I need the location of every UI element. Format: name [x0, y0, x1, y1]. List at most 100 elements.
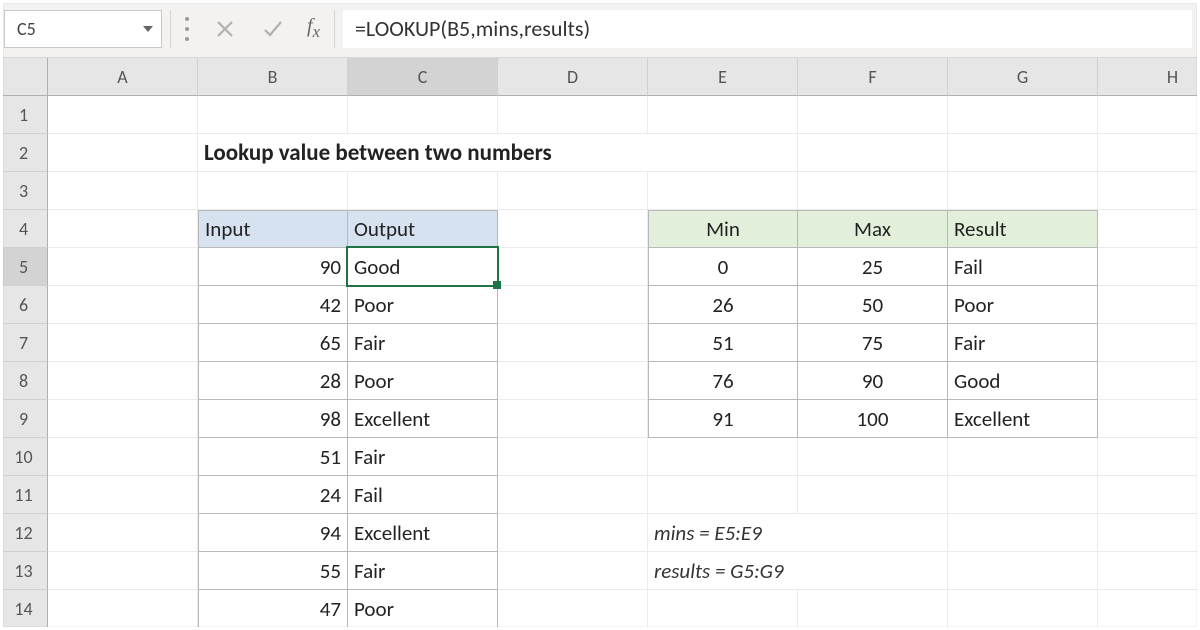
- cell[interactable]: [48, 476, 198, 514]
- col-header-B[interactable]: B: [198, 58, 348, 96]
- spreadsheet-grid[interactable]: A B C D E F G H 1 2 Lookup value between…: [0, 58, 1200, 630]
- fx-icon[interactable]: fx: [307, 15, 320, 42]
- lookup-header-max[interactable]: Max: [798, 210, 948, 248]
- cell[interactable]: [1098, 172, 1200, 210]
- lookup-min[interactable]: 51: [648, 324, 798, 362]
- cell[interactable]: [48, 172, 198, 210]
- cell[interactable]: [48, 552, 198, 590]
- io-output[interactable]: Fair: [348, 438, 498, 476]
- cell[interactable]: [798, 134, 948, 172]
- cell[interactable]: [48, 96, 198, 134]
- cell[interactable]: [498, 96, 648, 134]
- cell[interactable]: [948, 96, 1098, 134]
- row-header-13[interactable]: 13: [0, 552, 48, 590]
- cell[interactable]: [1098, 362, 1200, 400]
- lookup-header-result[interactable]: Result: [948, 210, 1098, 248]
- cell[interactable]: [498, 514, 648, 552]
- col-header-A[interactable]: A: [48, 58, 198, 96]
- select-all-corner[interactable]: [0, 58, 48, 96]
- row-header-5[interactable]: 5: [0, 248, 48, 286]
- cell[interactable]: [948, 438, 1098, 476]
- io-output[interactable]: Good: [348, 248, 498, 286]
- cell[interactable]: [48, 590, 198, 628]
- row-header-7[interactable]: 7: [0, 324, 48, 362]
- row-header-14[interactable]: 14: [0, 590, 48, 628]
- lookup-result[interactable]: Fair: [948, 324, 1098, 362]
- cell[interactable]: [498, 552, 648, 590]
- io-output[interactable]: Fail: [348, 476, 498, 514]
- cell[interactable]: [498, 324, 648, 362]
- io-output[interactable]: Poor: [348, 286, 498, 324]
- row-header-10[interactable]: 10: [0, 438, 48, 476]
- cell[interactable]: [498, 438, 648, 476]
- io-input[interactable]: 47: [198, 590, 348, 628]
- cell[interactable]: [348, 172, 498, 210]
- cell[interactable]: [1098, 96, 1200, 134]
- cell[interactable]: [798, 590, 948, 628]
- cell[interactable]: [498, 476, 648, 514]
- lookup-result[interactable]: Poor: [948, 286, 1098, 324]
- cell[interactable]: [1098, 590, 1200, 628]
- cell[interactable]: [498, 172, 648, 210]
- lookup-max[interactable]: 90: [798, 362, 948, 400]
- lookup-result[interactable]: Fail: [948, 248, 1098, 286]
- row-header-11[interactable]: 11: [0, 476, 48, 514]
- lookup-result[interactable]: Excellent: [948, 400, 1098, 438]
- cell[interactable]: [948, 476, 1098, 514]
- cell[interactable]: [498, 400, 648, 438]
- lookup-min[interactable]: 76: [648, 362, 798, 400]
- cell[interactable]: [798, 438, 948, 476]
- io-input[interactable]: 94: [198, 514, 348, 552]
- cell[interactable]: [48, 324, 198, 362]
- io-input[interactable]: 65: [198, 324, 348, 362]
- io-header-output[interactable]: Output: [348, 210, 498, 248]
- cell[interactable]: [348, 96, 498, 134]
- cell[interactable]: [48, 400, 198, 438]
- lookup-result[interactable]: Good: [948, 362, 1098, 400]
- cell[interactable]: [1098, 438, 1200, 476]
- cell[interactable]: [1098, 476, 1200, 514]
- col-header-F[interactable]: F: [798, 58, 948, 96]
- row-header-4[interactable]: 4: [0, 210, 48, 248]
- cell[interactable]: [48, 210, 198, 248]
- lookup-max[interactable]: 25: [798, 248, 948, 286]
- cell[interactable]: [948, 590, 1098, 628]
- cell[interactable]: [798, 172, 948, 210]
- lookup-max[interactable]: 50: [798, 286, 948, 324]
- io-output[interactable]: Poor: [348, 362, 498, 400]
- lookup-min[interactable]: 26: [648, 286, 798, 324]
- cell[interactable]: [48, 362, 198, 400]
- lookup-header-min[interactable]: Min: [648, 210, 798, 248]
- cell[interactable]: [498, 210, 648, 248]
- lookup-min[interactable]: 0: [648, 248, 798, 286]
- io-output[interactable]: Poor: [348, 590, 498, 628]
- io-output[interactable]: Fair: [348, 552, 498, 590]
- name-box[interactable]: C5: [4, 10, 162, 48]
- enter-button[interactable]: [253, 9, 293, 49]
- cell[interactable]: [48, 248, 198, 286]
- cell[interactable]: [198, 172, 348, 210]
- cell[interactable]: [498, 248, 648, 286]
- cell[interactable]: [1098, 324, 1200, 362]
- cell[interactable]: [648, 590, 798, 628]
- lookup-min[interactable]: 91: [648, 400, 798, 438]
- cell[interactable]: [1098, 286, 1200, 324]
- cell[interactable]: [498, 362, 648, 400]
- io-output[interactable]: Fair: [348, 324, 498, 362]
- cell[interactable]: [1098, 400, 1200, 438]
- io-input[interactable]: 55: [198, 552, 348, 590]
- cell[interactable]: [948, 172, 1098, 210]
- cell[interactable]: [48, 286, 198, 324]
- io-output[interactable]: Excellent: [348, 514, 498, 552]
- io-header-input[interactable]: Input: [198, 210, 348, 248]
- io-input[interactable]: 90: [198, 248, 348, 286]
- row-header-12[interactable]: 12: [0, 514, 48, 552]
- row-header-9[interactable]: 9: [0, 400, 48, 438]
- cell[interactable]: [948, 134, 1098, 172]
- cell[interactable]: [48, 514, 198, 552]
- cell[interactable]: [198, 96, 348, 134]
- chevron-down-icon[interactable]: [143, 26, 153, 32]
- cell[interactable]: [798, 476, 948, 514]
- cell[interactable]: [1098, 134, 1200, 172]
- io-input[interactable]: 42: [198, 286, 348, 324]
